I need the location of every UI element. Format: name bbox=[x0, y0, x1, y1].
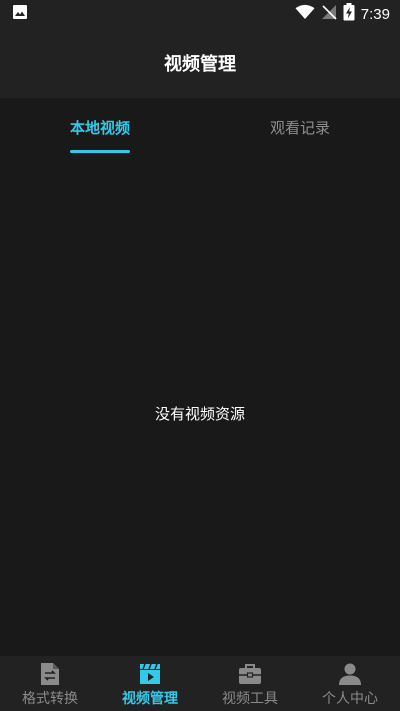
nav-label: 视频管理 bbox=[122, 691, 178, 707]
nav-item-video-manage[interactable]: 视频管理 bbox=[100, 656, 200, 711]
app-bar: 视频管理 bbox=[0, 28, 400, 98]
battery-charging-icon bbox=[343, 3, 355, 25]
tab-active-indicator bbox=[70, 150, 130, 153]
empty-state-message: 没有视频资源 bbox=[154, 404, 245, 423]
no-signal-icon bbox=[321, 4, 337, 24]
nav-label: 视频工具 bbox=[222, 691, 278, 707]
tab-label: 本地视频 bbox=[69, 118, 130, 137]
status-bar: 7:39 bbox=[0, 0, 400, 28]
tab-bar: 本地视频 观看记录 bbox=[0, 98, 400, 156]
person-icon bbox=[338, 662, 362, 686]
bottom-navigation: 格式转换 视频管理 视频工具 个人中心 bbox=[0, 656, 400, 711]
tab-watch-history[interactable]: 观看记录 bbox=[200, 98, 400, 156]
toolbox-icon bbox=[238, 662, 262, 686]
nav-label: 个人中心 bbox=[322, 691, 378, 707]
wifi-icon bbox=[295, 4, 315, 24]
nav-label: 格式转换 bbox=[22, 691, 78, 707]
video-list-area: 没有视频资源 bbox=[0, 156, 400, 656]
nav-item-format-convert[interactable]: 格式转换 bbox=[0, 656, 100, 711]
file-convert-icon bbox=[38, 662, 62, 686]
nav-item-profile[interactable]: 个人中心 bbox=[300, 656, 400, 711]
nav-item-video-tools[interactable]: 视频工具 bbox=[200, 656, 300, 711]
page-title: 视频管理 bbox=[164, 54, 236, 75]
image-notification-icon bbox=[12, 4, 28, 24]
status-time: 7:39 bbox=[360, 5, 390, 23]
tab-label: 观看记录 bbox=[269, 118, 330, 137]
video-clapper-icon bbox=[138, 662, 162, 686]
tab-local-videos[interactable]: 本地视频 bbox=[0, 98, 200, 156]
